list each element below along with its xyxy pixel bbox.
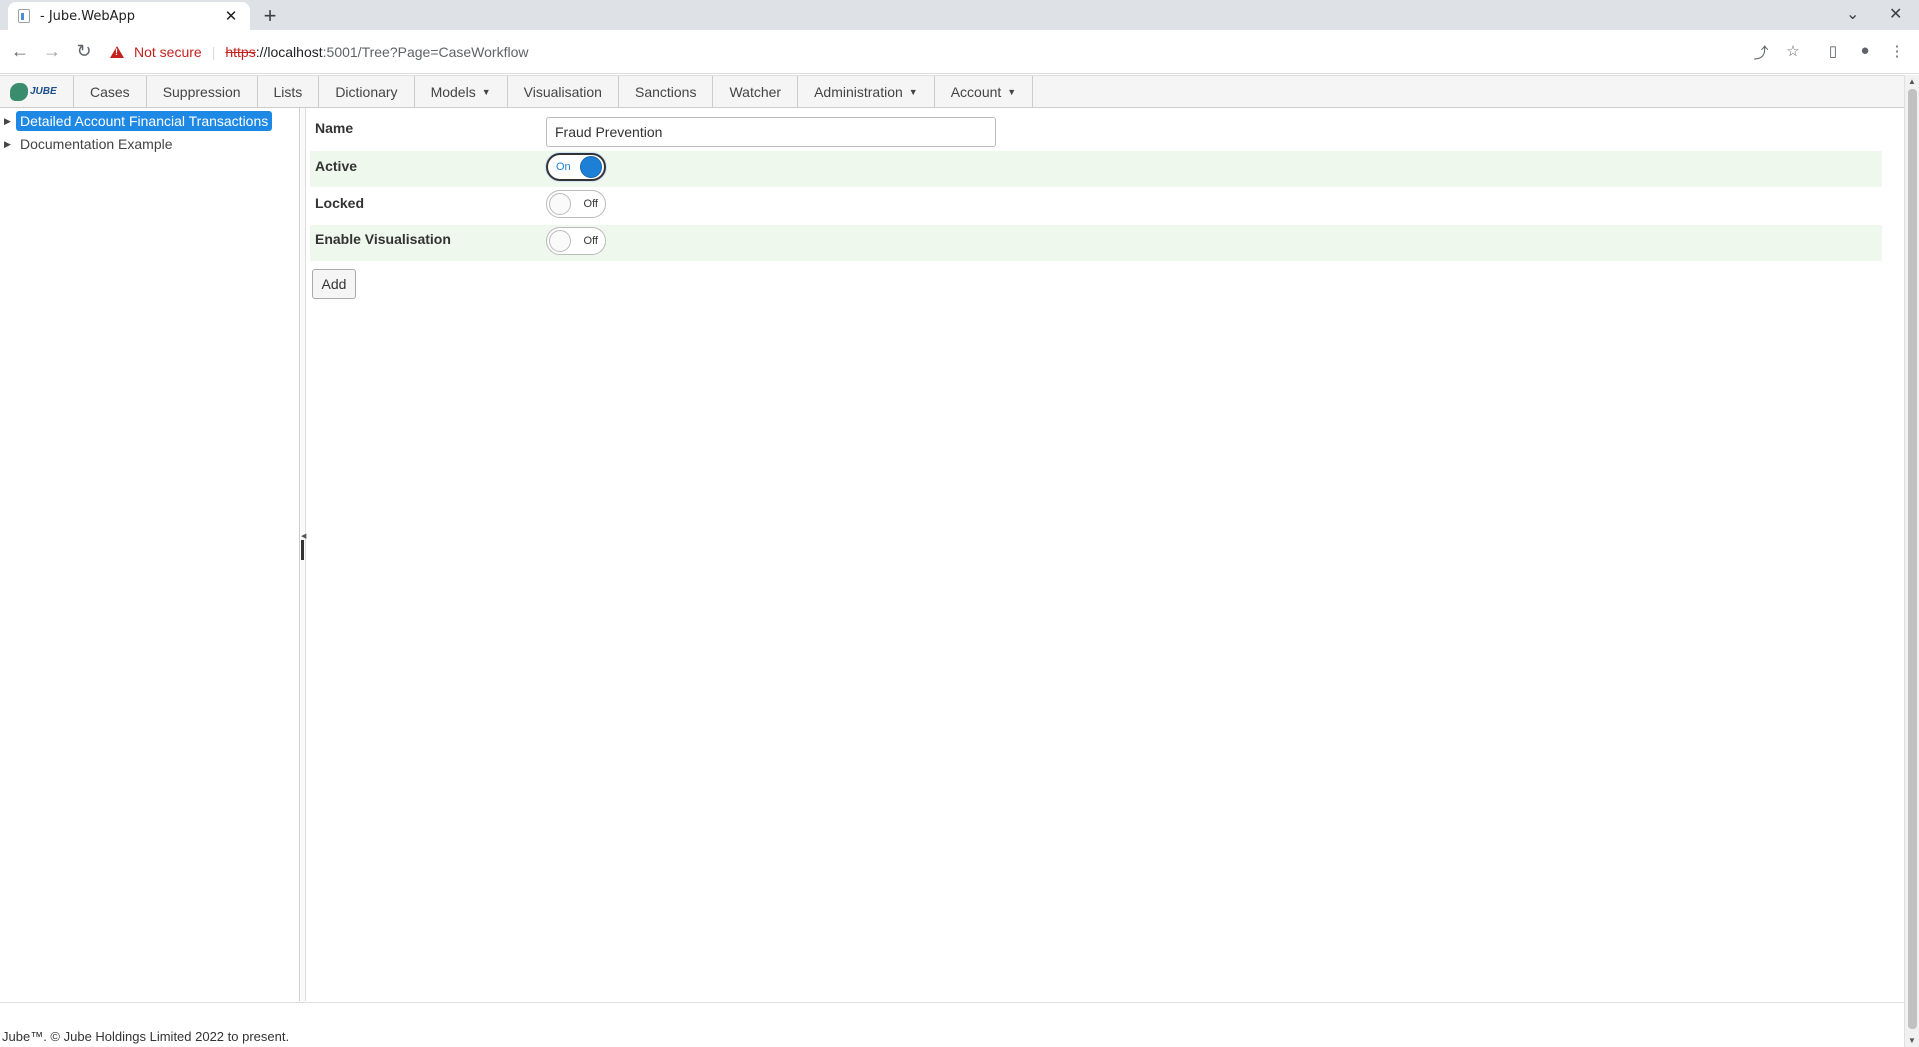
tree-node-detailed-account[interactable]: ▶ Detailed Account Financial Transaction… — [4, 111, 273, 131]
menu-account[interactable]: Account ▼ — [935, 76, 1034, 107]
name-row: Name — [310, 108, 1882, 147]
toggle-knob — [580, 156, 602, 178]
visualisation-label: Enable Visualisation — [315, 231, 451, 247]
menu-administration[interactable]: Administration ▼ — [798, 76, 935, 107]
tree-panel: ▶ Detailed Account Financial Transaction… — [0, 108, 300, 1001]
name-label: Name — [315, 120, 354, 136]
menu-label: Watcher — [729, 83, 782, 100]
locked-toggle[interactable]: Off — [546, 190, 606, 218]
add-button[interactable]: Add — [312, 269, 356, 299]
share-icon[interactable]: ⤴ — [1750, 42, 1772, 63]
browser-tab-strip: - Jube.WebApp ✕ + ⌄ ✕ — [0, 0, 1919, 30]
active-row: Active On — [310, 151, 1882, 187]
menu-icon[interactable]: ⋮ — [1886, 42, 1908, 60]
case-workflow-form: Name Active On Locked Off Enable Visuali… — [310, 108, 1882, 1001]
locked-row: Locked Off — [310, 188, 1882, 224]
new-tab-button[interactable]: + — [258, 3, 282, 29]
tree-node-label[interactable]: Detailed Account Financial Transactions — [16, 111, 273, 131]
forward-icon[interactable]: → — [40, 40, 64, 62]
menu-label: Lists — [273, 83, 303, 100]
omnibox-separator: | — [211, 44, 216, 60]
page-scrollbar[interactable]: ▲ ▼ — [1904, 75, 1919, 1047]
jube-logo[interactable]: JUBE — [0, 76, 74, 107]
menu-label: Visualisation — [523, 83, 602, 100]
dropdown-caret-icon: ▼ — [1007, 86, 1017, 97]
jube-logo-icon — [10, 82, 28, 101]
menu-dictionary[interactable]: Dictionary — [319, 76, 415, 107]
sidepanel-icon[interactable]: ▯ — [1822, 42, 1844, 60]
locked-label: Locked — [315, 195, 365, 211]
menu-label: Models — [430, 83, 476, 100]
scrollbar-thumb[interactable] — [1908, 89, 1917, 1029]
splitter-grip[interactable] — [301, 540, 304, 560]
tree-node-documentation-example[interactable]: ▶ Documentation Example — [4, 134, 177, 154]
expand-arrow-icon[interactable]: ▶ — [4, 139, 16, 150]
back-icon[interactable]: ← — [8, 40, 32, 62]
page-favicon-icon — [18, 9, 30, 23]
dropdown-caret-icon: ▼ — [908, 86, 918, 97]
star-icon[interactable]: ☆ — [1782, 42, 1804, 60]
menu-label: Administration — [814, 83, 903, 100]
tab-close-icon[interactable]: ✕ — [222, 7, 240, 25]
visualisation-toggle[interactable]: Off — [546, 227, 606, 255]
profile-icon[interactable]: ● — [1854, 42, 1876, 59]
menu-label: Dictionary — [335, 83, 398, 100]
menu-label: Cases — [90, 83, 130, 100]
menu-suppression[interactable]: Suppression — [147, 76, 258, 107]
menu-label: Account — [950, 83, 1002, 100]
collapse-arrow-icon[interactable]: ◀ — [301, 532, 306, 540]
menu-label: Suppression — [162, 83, 241, 100]
toggle-knob — [549, 193, 571, 215]
menu-models[interactable]: Models ▼ — [415, 76, 508, 107]
menu-watcher[interactable]: Watcher — [713, 76, 799, 107]
menu-visualisation[interactable]: Visualisation — [508, 76, 619, 107]
url-scheme: https — [225, 44, 256, 60]
copyright-text: Jube™. © Jube Holdings Limited 2022 to p… — [2, 1029, 290, 1044]
browser-toolbar: ← → ↻ Not secure | https ://localhost :5… — [0, 30, 1919, 74]
window-close-icon[interactable]: ✕ — [1889, 4, 1902, 24]
menu-sanctions[interactable]: Sanctions — [619, 76, 714, 107]
tree-node-label[interactable]: Documentation Example — [16, 134, 177, 154]
menu-label: Sanctions — [634, 83, 697, 100]
logo-text: JUBE — [30, 86, 57, 97]
tab-title: - Jube.WebApp — [40, 8, 136, 24]
main-menu: JUBE Cases Suppression Lists Dictionary … — [0, 75, 1904, 108]
panel-splitter[interactable]: ◀ — [301, 108, 306, 1001]
scroll-up-icon[interactable]: ▲ — [1908, 77, 1916, 86]
name-input[interactable] — [546, 117, 996, 147]
dropdown-caret-icon: ▼ — [481, 86, 491, 97]
expand-arrow-icon[interactable]: ▶ — [4, 116, 16, 127]
active-label: Active — [315, 158, 358, 174]
tab-search-chevron-icon[interactable]: ⌄ — [1846, 4, 1859, 24]
warning-icon — [110, 46, 124, 58]
toggle-state: Off — [583, 235, 598, 247]
toggle-state: Off — [583, 198, 598, 210]
footer: Jube™. © Jube Holdings Limited 2022 to p… — [0, 1002, 1904, 1047]
visualisation-row: Enable Visualisation Off — [310, 225, 1882, 261]
url-host: ://localhost — [255, 44, 323, 60]
scroll-down-icon[interactable]: ▼ — [1908, 1036, 1916, 1045]
reload-icon[interactable]: ↻ — [72, 40, 96, 62]
address-bar[interactable]: Not secure | https ://localhost :5001/Tr… — [110, 37, 1740, 67]
browser-tab[interactable]: - Jube.WebApp ✕ — [8, 2, 250, 30]
toggle-state: On — [556, 161, 571, 173]
menu-cases[interactable]: Cases — [74, 76, 147, 107]
menu-lists[interactable]: Lists — [258, 76, 320, 107]
active-toggle[interactable]: On — [546, 153, 606, 181]
url-path: :5001/Tree?Page=CaseWorkflow — [322, 44, 529, 60]
security-status[interactable]: Not secure — [134, 44, 202, 60]
toggle-knob — [549, 230, 571, 252]
